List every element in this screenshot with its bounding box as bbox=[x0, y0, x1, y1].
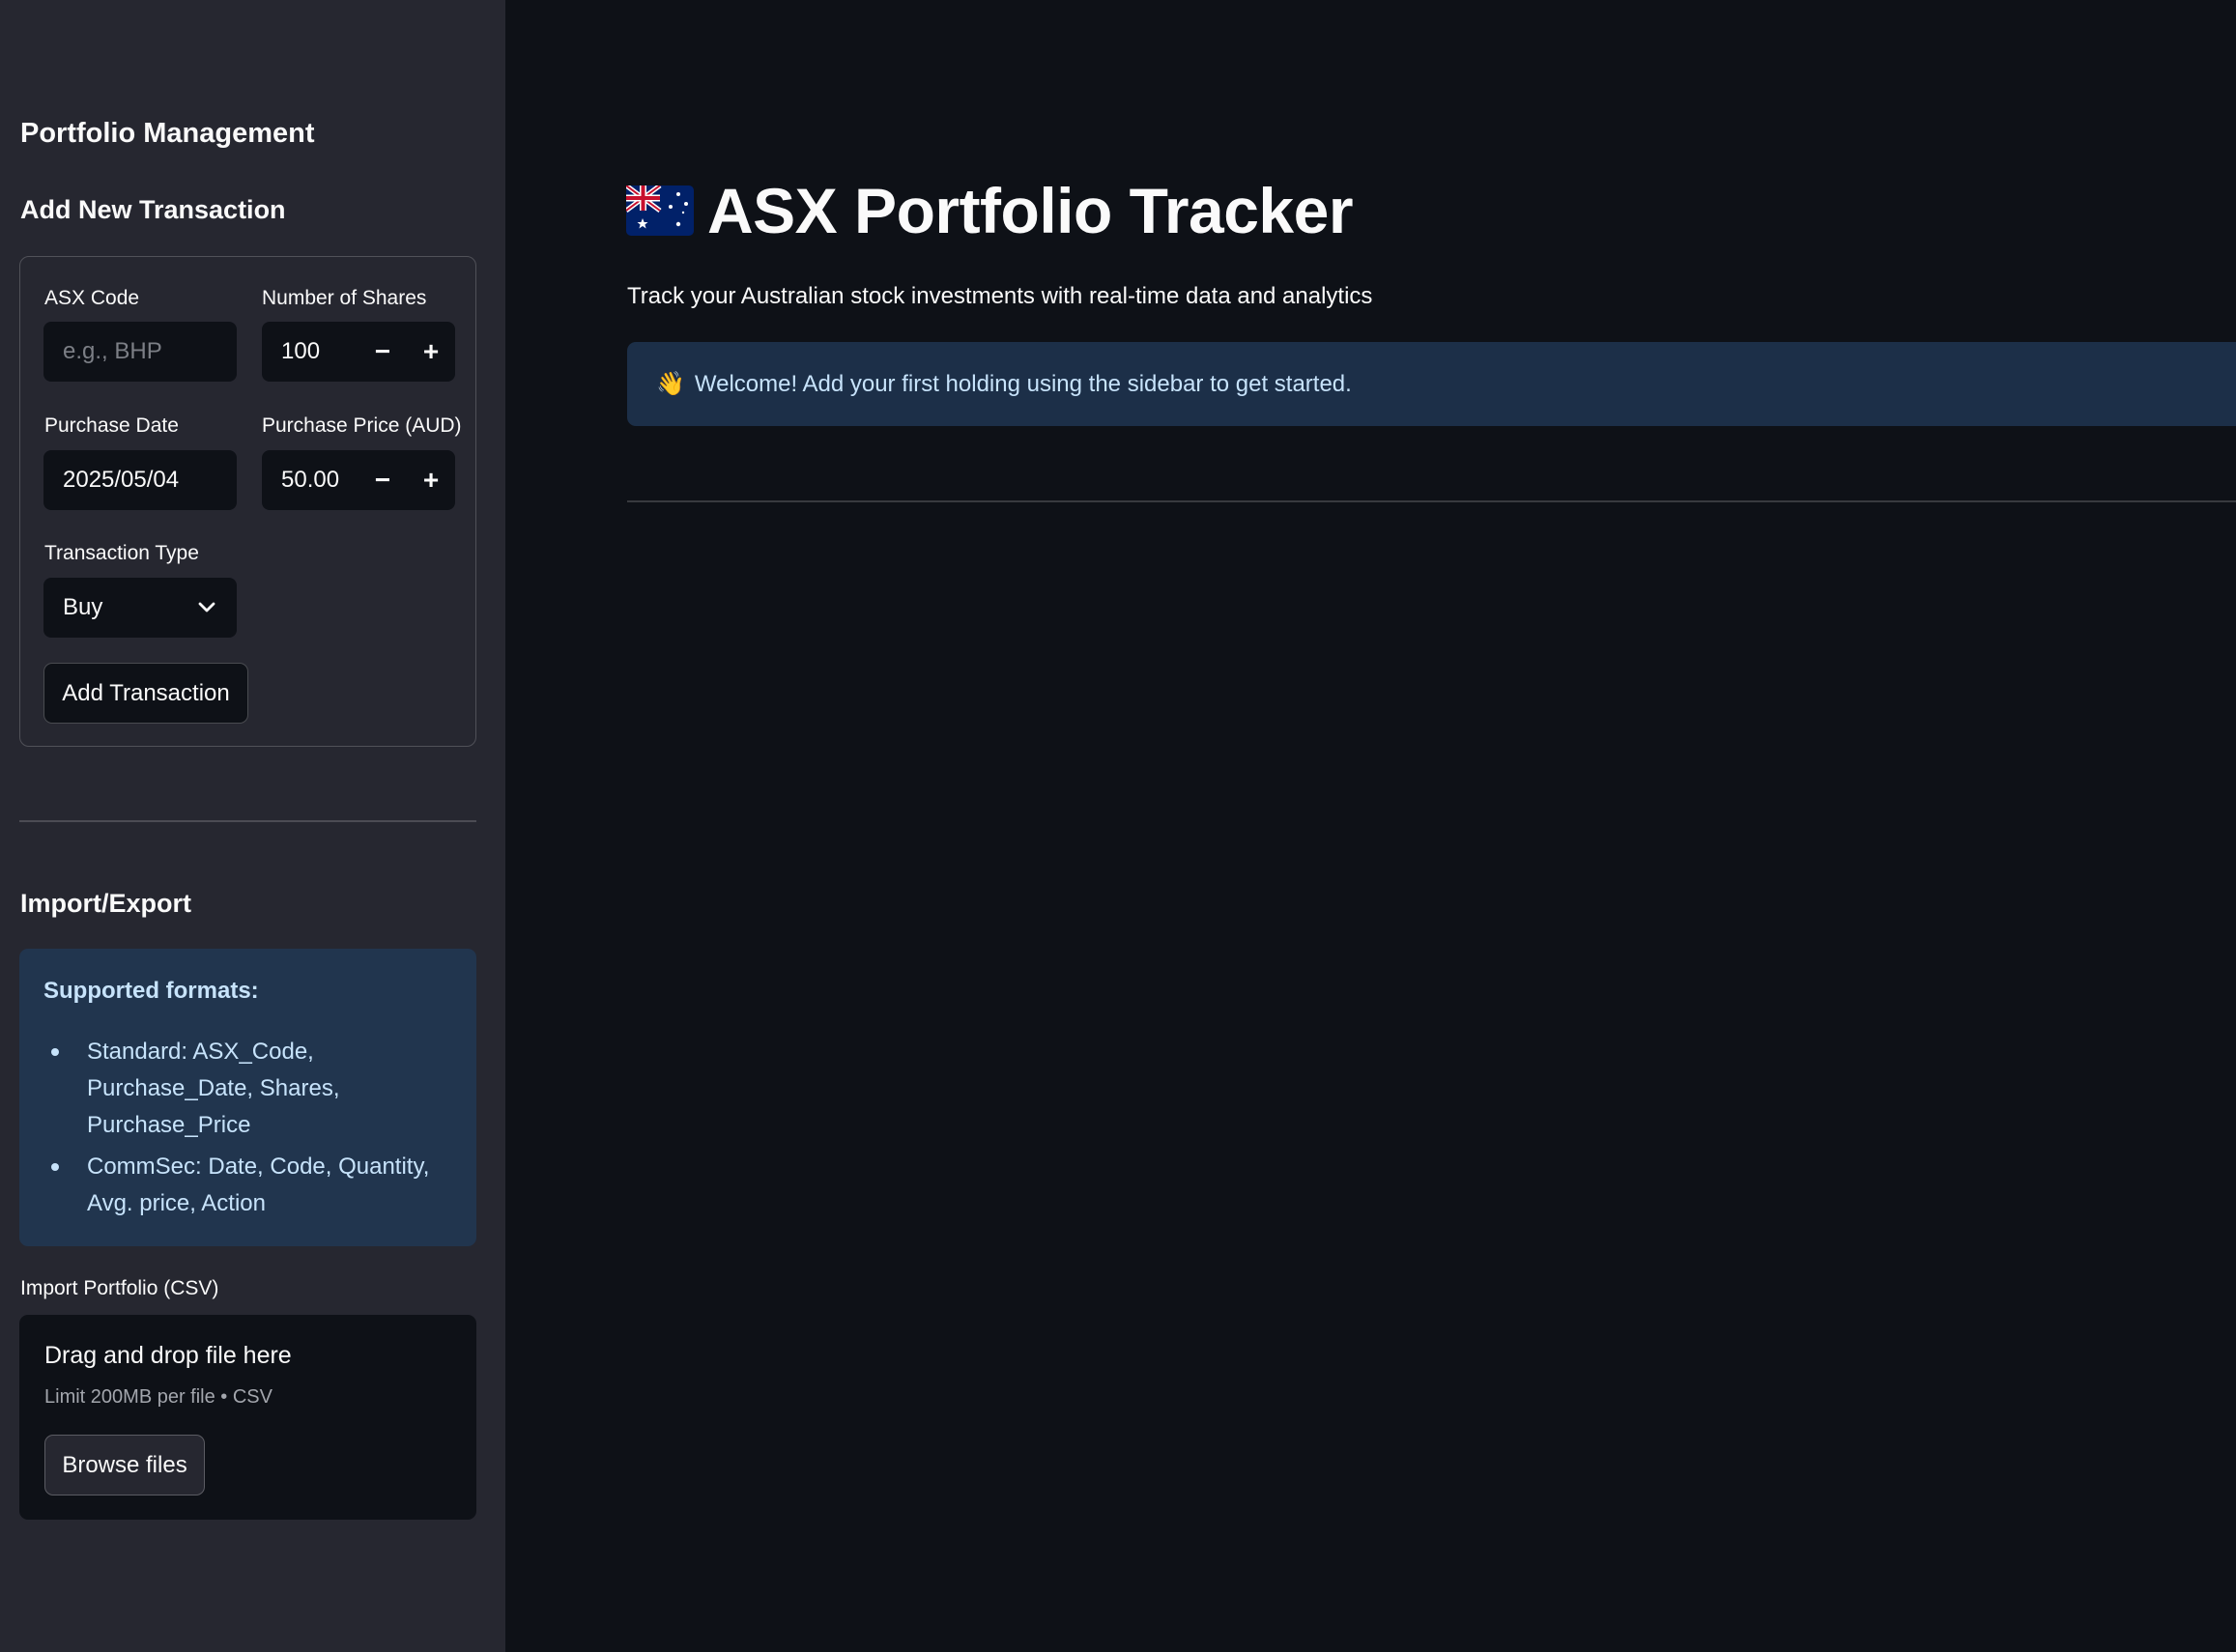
shares-stepper[interactable]: 100 − + bbox=[262, 322, 455, 382]
list-item: Standard: ASX_Code, Purchase_Date, Share… bbox=[51, 1034, 451, 1144]
transaction-type-label: Transaction Type bbox=[44, 542, 199, 564]
main-content: ASX Portfolio Tracker Track your Austral… bbox=[505, 0, 2236, 1652]
purchase-date-label: Purchase Date bbox=[44, 414, 179, 437]
dropzone-limit: Limit 200MB per file • CSV bbox=[44, 1386, 272, 1408]
price-decrement-button[interactable]: − bbox=[358, 450, 407, 510]
list-item: CommSec: Date, Code, Quantity, Avg. pric… bbox=[51, 1149, 451, 1222]
formats-list: Standard: ASX_Code, Purchase_Date, Share… bbox=[43, 1034, 451, 1222]
purchase-date-value: 2025/05/04 bbox=[63, 467, 180, 493]
shares-increment-button[interactable]: + bbox=[407, 322, 455, 382]
sidebar-title: Portfolio Management bbox=[20, 118, 315, 149]
supported-formats-heading: Supported formats: bbox=[43, 978, 259, 1004]
add-transaction-button[interactable]: Add Transaction bbox=[43, 663, 248, 724]
main-divider bbox=[627, 500, 2236, 502]
shares-label: Number of Shares bbox=[262, 287, 427, 309]
price-increment-button[interactable]: + bbox=[407, 450, 455, 510]
sidebar-divider bbox=[19, 820, 476, 822]
page-description: Track your Australian stock investments … bbox=[627, 283, 1373, 309]
add-transaction-heading: Add New Transaction bbox=[20, 195, 286, 224]
purchase-price-stepper[interactable]: 50.00 − + bbox=[262, 450, 455, 510]
asx-code-input[interactable]: e.g., BHP bbox=[43, 322, 237, 382]
transaction-form: ASX Code e.g., BHP Number of Shares 100 … bbox=[19, 256, 476, 747]
waving-hand-icon: 👋 bbox=[656, 371, 685, 397]
bullet-icon bbox=[51, 1163, 59, 1171]
transaction-type-value: Buy bbox=[63, 594, 103, 620]
supported-formats-info: Supported formats: Standard: ASX_Code, P… bbox=[19, 949, 476, 1246]
welcome-info-banner: 👋 Welcome! Add your first holding using … bbox=[627, 342, 2236, 426]
shares-decrement-button[interactable]: − bbox=[358, 322, 407, 382]
browse-files-button[interactable]: Browse files bbox=[44, 1435, 205, 1495]
bullet-icon bbox=[51, 1048, 59, 1056]
transaction-type-select[interactable]: Buy bbox=[43, 578, 237, 638]
asx-code-placeholder: e.g., BHP bbox=[63, 338, 162, 364]
format-standard: Standard: ASX_Code, Purchase_Date, Share… bbox=[87, 1039, 340, 1138]
purchase-price-label: Purchase Price (AUD) bbox=[262, 414, 462, 437]
australia-flag-icon bbox=[626, 185, 694, 236]
dropzone-title: Drag and drop file here bbox=[44, 1342, 292, 1369]
sidebar: Portfolio Management Add New Transaction… bbox=[0, 0, 505, 1652]
file-dropzone[interactable]: Drag and drop file here Limit 200MB per … bbox=[19, 1315, 476, 1520]
purchase-price-value[interactable]: 50.00 bbox=[262, 467, 358, 494]
asx-code-label: ASX Code bbox=[44, 287, 140, 309]
import-export-heading: Import/Export bbox=[20, 889, 192, 918]
format-commsec: CommSec: Date, Code, Quantity, Avg. pric… bbox=[87, 1154, 430, 1216]
import-portfolio-label: Import Portfolio (CSV) bbox=[20, 1277, 219, 1299]
chevron-down-icon bbox=[198, 602, 215, 612]
welcome-text: Welcome! Add your first holding using th… bbox=[694, 370, 1352, 397]
purchase-date-input[interactable]: 2025/05/04 bbox=[43, 450, 237, 510]
page-title: ASX Portfolio Tracker bbox=[707, 175, 1354, 246]
shares-value[interactable]: 100 bbox=[262, 338, 358, 365]
